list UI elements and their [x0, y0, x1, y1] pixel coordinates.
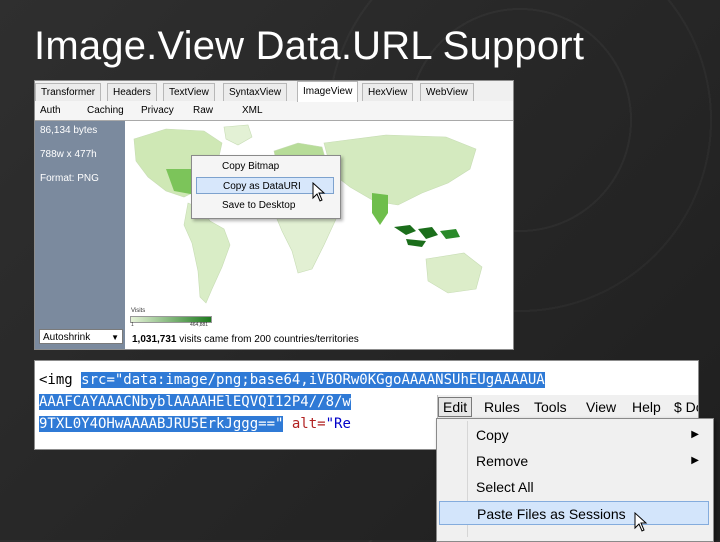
visits-text: visits came from 200 countries/territori… — [176, 334, 359, 345]
legend-min: 1 — [131, 322, 134, 328]
menu-tools-label: Tools — [534, 399, 567, 415]
tab-syntaxview[interactable]: SyntaxView — [223, 83, 288, 101]
code-line-3: 9TXL0Y4OHwAAAABJRU5ErkJggg==" alt="Re — [39, 414, 351, 434]
menu-item-select-all-label: Select All — [476, 479, 534, 495]
mouse-cursor-icon — [312, 182, 326, 202]
slide-title: Image.View Data.URL Support — [34, 24, 585, 68]
menu-edit[interactable]: Edit — [438, 397, 473, 417]
autoshrink-dropdown[interactable]: Autoshrink ▼ — [39, 329, 123, 344]
menu-item-copy-label: Copy — [476, 427, 509, 443]
image-format: Format: PNG — [40, 173, 99, 184]
submenu-arrow-icon: ▶ — [691, 429, 699, 440]
menu-help[interactable]: Help — [628, 397, 665, 417]
code-img-tag: <img — [39, 372, 82, 388]
menu-item-copy-bitmap-label: Copy Bitmap — [222, 161, 280, 172]
menu-item-remove[interactable]: Remove ▶ — [439, 449, 709, 473]
menu-tools[interactable]: Tools — [530, 397, 571, 417]
menu-item-select-all[interactable]: Select All — [439, 475, 709, 499]
inspector-subtab-row: Auth Caching Privacy Raw XML — [35, 101, 513, 121]
code-base64-selected: AAAFCAYAAACNbyblAAAAHElEQVQI12P4//8/w — [39, 394, 351, 410]
code-line-1: <img src="data:image/png;base64,iVBORw0K… — [39, 370, 545, 390]
menu-edit-label: Edit — [443, 399, 468, 415]
menu-item-paste-files-as-sessions-label: Paste Files as Sessions — [477, 506, 626, 522]
tab-headers[interactable]: Headers — [107, 83, 157, 101]
legend-max: 464,881 — [190, 322, 209, 328]
menu-help-label: Help — [632, 399, 661, 415]
tab-auth[interactable]: Auth — [40, 102, 61, 119]
code-alt-attr: alt= — [283, 416, 326, 432]
menu-item-copy-as-datauri-label: Copy as DataURI — [223, 181, 301, 192]
code-alt-value: "Re — [325, 416, 351, 432]
edit-dropdown-menu: Copy ▶ Remove ▶ Select All Paste Files as … — [436, 418, 714, 542]
menu-item-paste-files-as-sessions[interactable]: Paste Files as Sessions — [439, 501, 709, 525]
tab-imageview[interactable]: ImageView — [297, 81, 359, 102]
tab-hexview[interactable]: HexView — [362, 83, 414, 101]
menu-rules[interactable]: Rules — [480, 397, 524, 417]
tab-transformer[interactable]: Transformer — [35, 83, 102, 101]
menu-donate[interactable]: $ Dona — [670, 397, 698, 417]
menu-rules-label: Rules — [484, 399, 520, 415]
image-info-pane: 86,134 bytes 788w x 477h Format: PNG Aut… — [35, 121, 125, 349]
image-dimensions: 788w x 477h — [40, 149, 97, 160]
code-src-selected: src="data:image/png;base64,iVBORw0KGgoAA… — [81, 372, 545, 388]
tab-textview[interactable]: TextView — [163, 83, 215, 101]
world-map-graphic — [126, 121, 513, 326]
mouse-cursor-icon — [634, 512, 648, 532]
menu-item-copy[interactable]: Copy ▶ — [439, 423, 709, 447]
menu-item-copy-bitmap[interactable]: Copy Bitmap — [196, 158, 334, 175]
menu-view-label: View — [586, 399, 617, 415]
image-size: 86,134 bytes — [40, 125, 98, 136]
legend-caption: Visits — [131, 308, 146, 314]
tab-webview[interactable]: WebView — [420, 83, 474, 101]
tab-privacy[interactable]: Privacy — [141, 102, 174, 119]
tab-raw[interactable]: Raw — [193, 102, 213, 119]
visits-summary: 1,031,731 visits came from 200 countries… — [132, 334, 359, 345]
visits-count: 1,031,731 — [132, 334, 177, 345]
menu-view[interactable]: View — [582, 397, 620, 417]
code-line-2: AAAFCAYAAACNbyblAAAAHElEQVQI12P4//8/w — [39, 392, 351, 412]
submenu-arrow-icon: ▶ — [691, 455, 699, 466]
fiddler-menu-bar: Edit Rules Tools View Help $ Dona — [437, 395, 698, 420]
menu-item-remove-label: Remove — [476, 453, 529, 469]
dropdown-arrow-icon: ▼ — [111, 333, 119, 342]
tab-caching[interactable]: Caching — [87, 102, 124, 119]
code-base64-end-selected: 9TXL0Y4OHwAAAABJRU5ErkJggg==" — [39, 416, 284, 432]
menu-item-save-to-desktop-label: Save to Desktop — [222, 200, 296, 211]
menu-donate-label: $ Dona — [674, 399, 698, 415]
tab-xml[interactable]: XML — [242, 102, 263, 119]
inspector-tab-row: Transformer Headers TextView SyntaxView … — [35, 81, 513, 102]
autoshrink-dropdown-value: Autoshrink — [43, 332, 91, 343]
